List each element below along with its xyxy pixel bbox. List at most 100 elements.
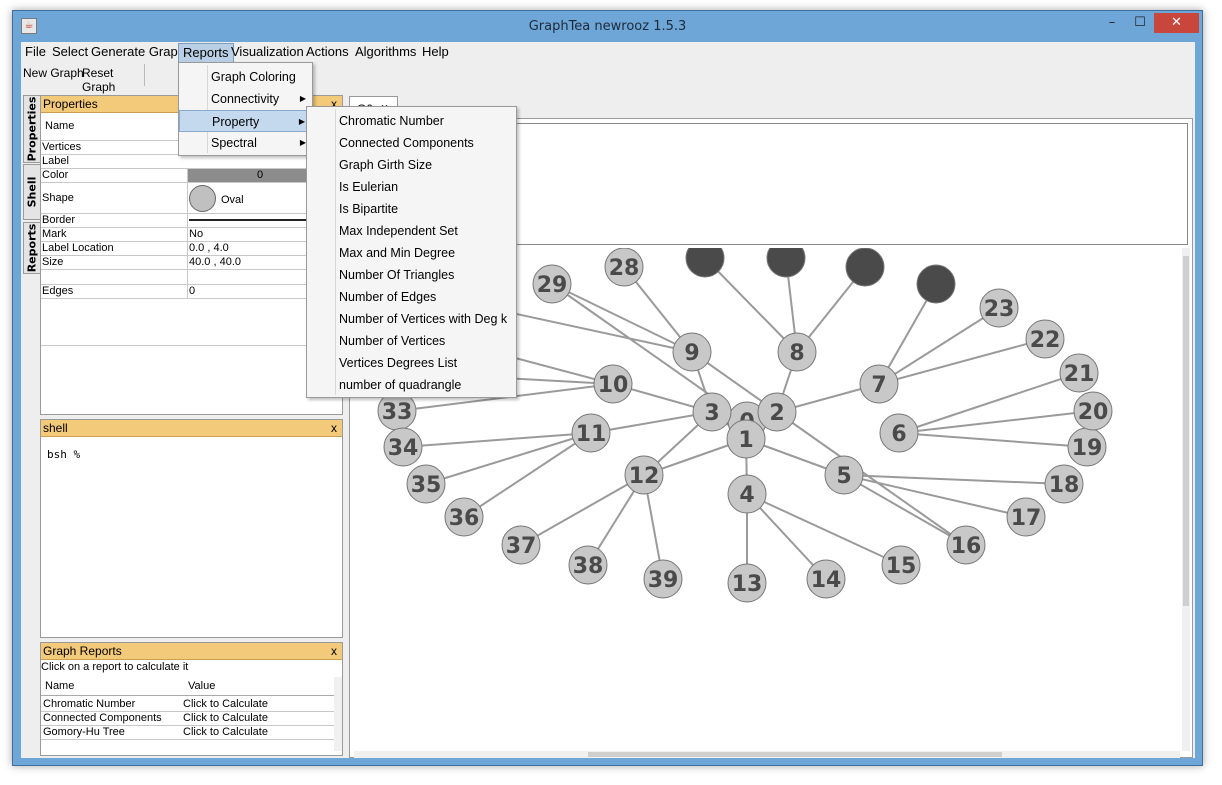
- menu-reports[interactable]: Reports: [178, 43, 234, 63]
- menu-actions[interactable]: Actions: [302, 43, 353, 63]
- property-submenu: Chromatic Number Connected Components Gr…: [306, 106, 517, 398]
- menu-visualization[interactable]: Visualization: [227, 43, 308, 63]
- column-name-header[interactable]: Name: [45, 680, 74, 692]
- submenu-item[interactable]: Vertices Degrees List: [307, 352, 516, 374]
- report-row[interactable]: Gomory-Hu Tree Click to Calculate: [41, 726, 337, 740]
- horizontal-scrollbar[interactable]: [354, 751, 1180, 758]
- graph-edge[interactable]: [520, 474, 645, 546]
- vertical-scroll-thumb[interactable]: [1183, 256, 1189, 606]
- menu-item-label: Max and Min Degree: [339, 246, 456, 260]
- close-window-button[interactable]: ✕: [1154, 13, 1199, 33]
- prop-key: Color: [42, 169, 69, 181]
- graph-vertex-label: 36: [449, 506, 480, 531]
- reports-scrollbar[interactable]: [334, 677, 342, 751]
- prop-row-size[interactable]: Size 40.0 , 40.0: [41, 256, 342, 270]
- graph-vertex-label: 10: [598, 373, 629, 398]
- side-tab-shell[interactable]: Shell: [23, 164, 41, 220]
- prop-value: No: [189, 228, 204, 240]
- graph-vertex-label: 38: [573, 554, 604, 579]
- side-tab-shell-label: Shell: [25, 176, 39, 208]
- shell-header: shell x: [41, 420, 342, 437]
- minimize-button[interactable]: –: [1099, 13, 1125, 33]
- vertical-scrollbar[interactable]: [1182, 248, 1190, 751]
- graph-vertex-label: 8: [789, 341, 804, 366]
- graph-edge[interactable]: [746, 493, 902, 566]
- menu-item-graph-coloring[interactable]: Graph Coloring: [179, 66, 312, 88]
- submenu-item[interactable]: Number of Vertices: [307, 330, 516, 352]
- submenu-item[interactable]: Max Independent Set: [307, 220, 516, 242]
- menu-item-label: Max Independent Set: [339, 224, 458, 238]
- shell-title: shell: [43, 421, 68, 435]
- submenu-item[interactable]: Number Of Triangles: [307, 264, 516, 286]
- prop-row-blank: [41, 270, 342, 285]
- prop-row-label-location[interactable]: Label Location 0.0 , 4.0: [41, 242, 342, 256]
- graph-vertex-label: 15: [886, 554, 917, 579]
- submenu-item[interactable]: Connected Components: [307, 132, 516, 154]
- prop-row-border[interactable]: Border: [41, 214, 342, 228]
- graph-vertex-label: 12: [629, 464, 660, 489]
- side-tab-properties[interactable]: Properties: [23, 95, 41, 163]
- graph-vertex-label: 9: [684, 341, 699, 366]
- column-value-header[interactable]: Value: [188, 680, 215, 692]
- maximize-button[interactable]: ☐: [1127, 13, 1153, 33]
- graph-vertex-label: 33: [382, 400, 413, 425]
- menu-algorithms[interactable]: Algorithms: [351, 43, 420, 63]
- new-graph-button[interactable]: New Graph: [23, 66, 84, 80]
- graph-edge[interactable]: [463, 432, 592, 518]
- menu-help[interactable]: Help: [418, 43, 453, 63]
- graph-edge[interactable]: [402, 432, 592, 448]
- graph-vertex-label: 24: [921, 273, 952, 298]
- graph-edge[interactable]: [843, 474, 967, 546]
- menu-item-connectivity[interactable]: Connectivity ▶: [179, 88, 312, 110]
- reports-hint: Click on a report to calculate it: [41, 661, 189, 673]
- side-tab-reports[interactable]: Reports: [23, 222, 41, 274]
- prop-row-mark[interactable]: Mark No: [41, 228, 342, 242]
- prop-key: Vertices: [42, 141, 82, 153]
- reset-graph-button[interactable]: Reset Graph: [82, 66, 144, 94]
- graph-vertex-label: 11: [576, 422, 607, 447]
- submenu-item[interactable]: Number of Vertices with Deg k: [307, 308, 516, 330]
- submenu-item[interactable]: number of quadrangle: [307, 374, 516, 396]
- submenu-item[interactable]: Max and Min Degree: [307, 242, 516, 264]
- graph-edge[interactable]: [425, 432, 592, 485]
- submenu-arrow-icon: ▶: [298, 117, 305, 126]
- title-bar[interactable]: ☕ GraphTea newrooz 1.5.3 – ☐ ✕: [13, 11, 1202, 43]
- graph-edge[interactable]: [898, 372, 1080, 434]
- graph-vertex-label: 3: [704, 401, 719, 426]
- color-value: 0: [257, 169, 264, 181]
- menu-item-label: Connectivity: [211, 92, 280, 106]
- horizontal-scroll-thumb[interactable]: [588, 752, 1002, 757]
- prop-row-label[interactable]: Label: [41, 155, 342, 169]
- menu-item-spectral[interactable]: Spectral ▶: [179, 132, 312, 154]
- graph-edge[interactable]: [898, 432, 1088, 448]
- report-name: Gomory-Hu Tree: [43, 726, 125, 738]
- submenu-item[interactable]: Chromatic Number: [307, 110, 516, 132]
- graph-reports-close-button[interactable]: x: [331, 643, 337, 659]
- shell-prompt[interactable]: bsh %: [47, 448, 80, 461]
- prop-row-color[interactable]: Color 0: [41, 169, 344, 183]
- graph-vertex-label: 35: [411, 473, 442, 498]
- submenu-item[interactable]: Is Eulerian: [307, 176, 516, 198]
- graph-edge[interactable]: [551, 283, 693, 353]
- graph-vertex-label: 5: [836, 464, 851, 489]
- oval-shape-icon: [189, 185, 216, 212]
- submenu-item[interactable]: Graph Girth Size: [307, 154, 516, 176]
- prop-row-edges[interactable]: Edges 0: [41, 285, 342, 299]
- graph-vertex-label: 39: [648, 568, 679, 593]
- menu-item-property[interactable]: Property ▶: [179, 110, 312, 132]
- graph-edge[interactable]: [878, 307, 1000, 385]
- shell-close-button[interactable]: x: [331, 420, 337, 436]
- prop-row-shape[interactable]: Shape Oval: [41, 183, 342, 214]
- graph-reports-header: Graph Reports x: [41, 643, 342, 660]
- submenu-item[interactable]: Is Bipartite: [307, 198, 516, 220]
- menu-generate-graph[interactable]: Generate Graph: [87, 43, 189, 63]
- menu-file[interactable]: File: [21, 43, 50, 63]
- graph-vertex-label: 6: [891, 422, 906, 447]
- graph-vertex-label: 21: [1064, 362, 1095, 387]
- submenu-item[interactable]: Number of Edges: [307, 286, 516, 308]
- graph-edge[interactable]: [878, 338, 1046, 385]
- menu-select[interactable]: Select: [48, 43, 92, 63]
- report-row[interactable]: Connected Components Click to Calculate: [41, 712, 337, 726]
- graph-edge[interactable]: [898, 410, 1094, 434]
- report-row[interactable]: Chromatic Number Click to Calculate: [41, 698, 337, 712]
